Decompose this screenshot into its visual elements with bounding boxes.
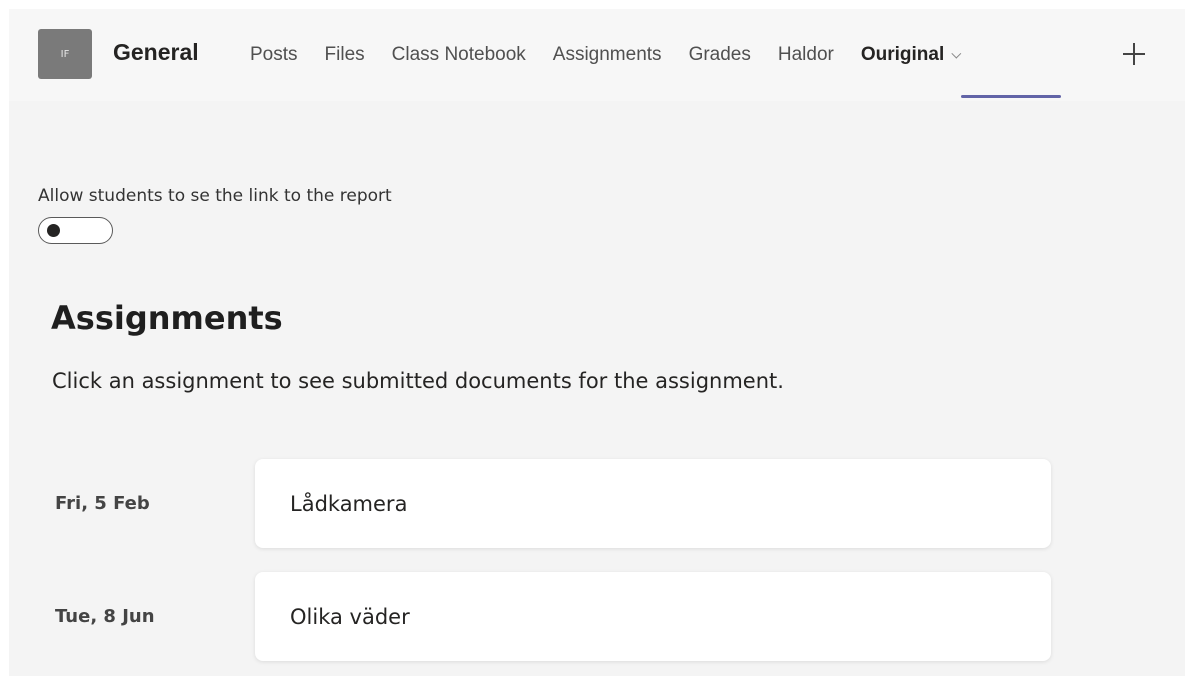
assignment-date: Tue, 8 Jun bbox=[55, 606, 155, 627]
channel-title: General bbox=[113, 39, 199, 65]
tab-grades[interactable]: Grades bbox=[689, 44, 751, 66]
teams-channel-view: IF General Posts Files Class Notebook As… bbox=[9, 9, 1185, 676]
assignments-heading: Assignments bbox=[51, 299, 283, 337]
chevron-down-icon[interactable] bbox=[951, 48, 962, 59]
report-link-toggle[interactable] bbox=[38, 217, 113, 244]
team-avatar[interactable]: IF bbox=[38, 29, 92, 79]
assignment-date: Fri, 5 Feb bbox=[55, 493, 150, 514]
tab-files[interactable]: Files bbox=[325, 44, 365, 66]
channel-tabs: Posts Files Class Notebook Assignments G… bbox=[250, 44, 984, 66]
tab-ouriginal-label: Ouriginal bbox=[860, 44, 945, 65]
assignments-description: Click an assignment to see submitted doc… bbox=[52, 369, 784, 393]
tab-haldor[interactable]: Haldor bbox=[778, 44, 834, 66]
assignment-card[interactable]: Lådkamera bbox=[255, 459, 1051, 548]
assignment-name: Lådkamera bbox=[290, 491, 408, 516]
channel-header: IF General Posts Files Class Notebook As… bbox=[9, 9, 1185, 101]
assignment-card[interactable]: Olika väder bbox=[255, 572, 1051, 661]
tab-class-notebook[interactable]: Class Notebook bbox=[392, 44, 526, 66]
tab-ouriginal[interactable]: Ouriginal bbox=[860, 44, 962, 66]
assignment-name: Olika väder bbox=[290, 604, 410, 629]
tab-posts[interactable]: Posts bbox=[250, 44, 298, 66]
tab-assignments[interactable]: Assignments bbox=[553, 44, 662, 66]
add-tab-plus-icon[interactable] bbox=[1123, 43, 1145, 65]
toggle-knob bbox=[47, 224, 60, 237]
toggle-label: Allow students to se the link to the rep… bbox=[38, 186, 392, 206]
active-tab-indicator bbox=[961, 95, 1061, 98]
